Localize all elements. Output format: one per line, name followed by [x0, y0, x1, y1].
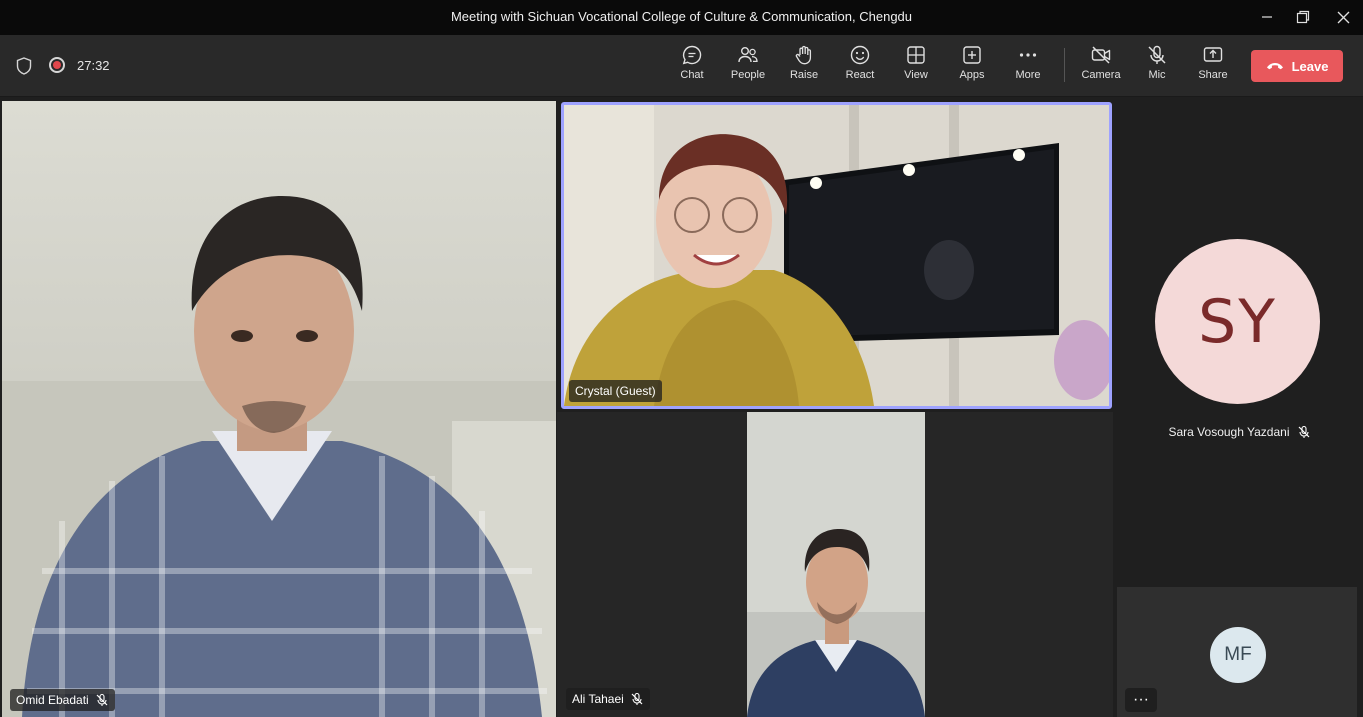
hang-up-icon — [1266, 63, 1283, 70]
meeting-toolbar: 27:32 Chat People Raise React View Apps … — [0, 35, 1363, 97]
close-window-button[interactable] — [1331, 6, 1355, 28]
video-tile-ali[interactable]: Ali Tahaei — [557, 412, 1113, 717]
raise-hand-button[interactable]: Raise — [778, 44, 830, 90]
avatar-initials: SY — [1198, 286, 1277, 357]
name-tag-omid: Omid Ebadati — [10, 689, 115, 711]
more-participants-button[interactable]: ··· — [1125, 688, 1157, 712]
participant-name: Omid Ebadati — [16, 693, 89, 707]
shield-icon — [16, 57, 32, 75]
participant-name: Ali Tahaei — [572, 692, 624, 706]
participant-video-crystal — [564, 105, 1109, 406]
view-label: View — [904, 69, 928, 81]
smiley-icon — [850, 45, 870, 65]
camera-label: Camera — [1081, 69, 1121, 81]
name-tag-ali: Ali Tahaei — [566, 688, 650, 710]
view-button[interactable]: View — [890, 44, 942, 90]
avatar-initials: MF — [1224, 644, 1252, 665]
people-button[interactable]: People — [722, 44, 774, 90]
chat-icon — [682, 45, 702, 65]
chat-label: Chat — [680, 69, 704, 81]
recording-indicator-icon — [49, 57, 65, 73]
share-screen-icon — [1203, 47, 1223, 62]
restore-button[interactable] — [1291, 6, 1315, 28]
minimize-button[interactable] — [1255, 6, 1279, 28]
participant-name: Sara Vosough Yazdani — [1168, 425, 1290, 439]
react-button[interactable]: React — [834, 44, 886, 90]
participant-video-ali — [747, 412, 925, 717]
people-label: People — [730, 69, 766, 81]
share-button[interactable]: Share — [1187, 44, 1239, 90]
mic-off-icon — [96, 693, 108, 706]
more-actions-button[interactable]: More — [1002, 44, 1054, 90]
close-icon — [1337, 11, 1349, 23]
name-tag-sara: Sara Vosough Yazdani — [1117, 425, 1363, 439]
more-horizontal-icon — [1019, 53, 1037, 57]
avatar-sara: SY — [1155, 239, 1320, 404]
minimize-icon — [1262, 16, 1272, 18]
chat-button[interactable]: Chat — [666, 44, 718, 90]
video-tile-omid[interactable]: Omid Ebadati — [2, 101, 556, 717]
participant-video-omid — [2, 196, 556, 717]
people-icon — [738, 47, 758, 63]
leave-button[interactable]: Leave — [1251, 50, 1343, 82]
add-apps-icon — [963, 46, 981, 64]
mic-off-icon — [1148, 45, 1166, 64]
grid-view-icon — [907, 46, 925, 64]
mic-label: Mic — [1148, 69, 1166, 81]
share-label: Share — [1198, 69, 1228, 81]
mic-button[interactable]: Mic — [1131, 44, 1183, 90]
more-label: More — [1015, 69, 1041, 81]
toolbar-divider — [1064, 48, 1065, 82]
raise-hand-icon — [795, 45, 812, 65]
restore-icon — [1296, 10, 1310, 24]
participant-name: Crystal (Guest) — [575, 384, 656, 398]
leave-label: Leave — [1291, 58, 1329, 74]
avatar-tile-sara[interactable]: SY Sara Vosough Yazdani — [1117, 101, 1363, 583]
camera-button[interactable]: Camera — [1075, 44, 1127, 90]
apps-label: Apps — [959, 69, 985, 81]
raise-label: Raise — [789, 69, 819, 81]
window-title: Meeting with Sichuan Vocational College … — [450, 9, 913, 24]
meeting-timer: 27:32 — [77, 58, 110, 73]
video-tile-crystal[interactable]: Crystal (Guest) — [561, 102, 1112, 409]
apps-button[interactable]: Apps — [946, 44, 998, 90]
camera-off-icon — [1091, 46, 1111, 64]
mic-off-icon — [631, 692, 643, 705]
avatar-mf: MF — [1210, 627, 1266, 683]
react-label: React — [845, 69, 875, 81]
title-bar: Meeting with Sichuan Vocational College … — [0, 0, 1363, 35]
mic-off-icon — [1299, 425, 1310, 438]
name-tag-crystal: Crystal (Guest) — [569, 380, 662, 402]
